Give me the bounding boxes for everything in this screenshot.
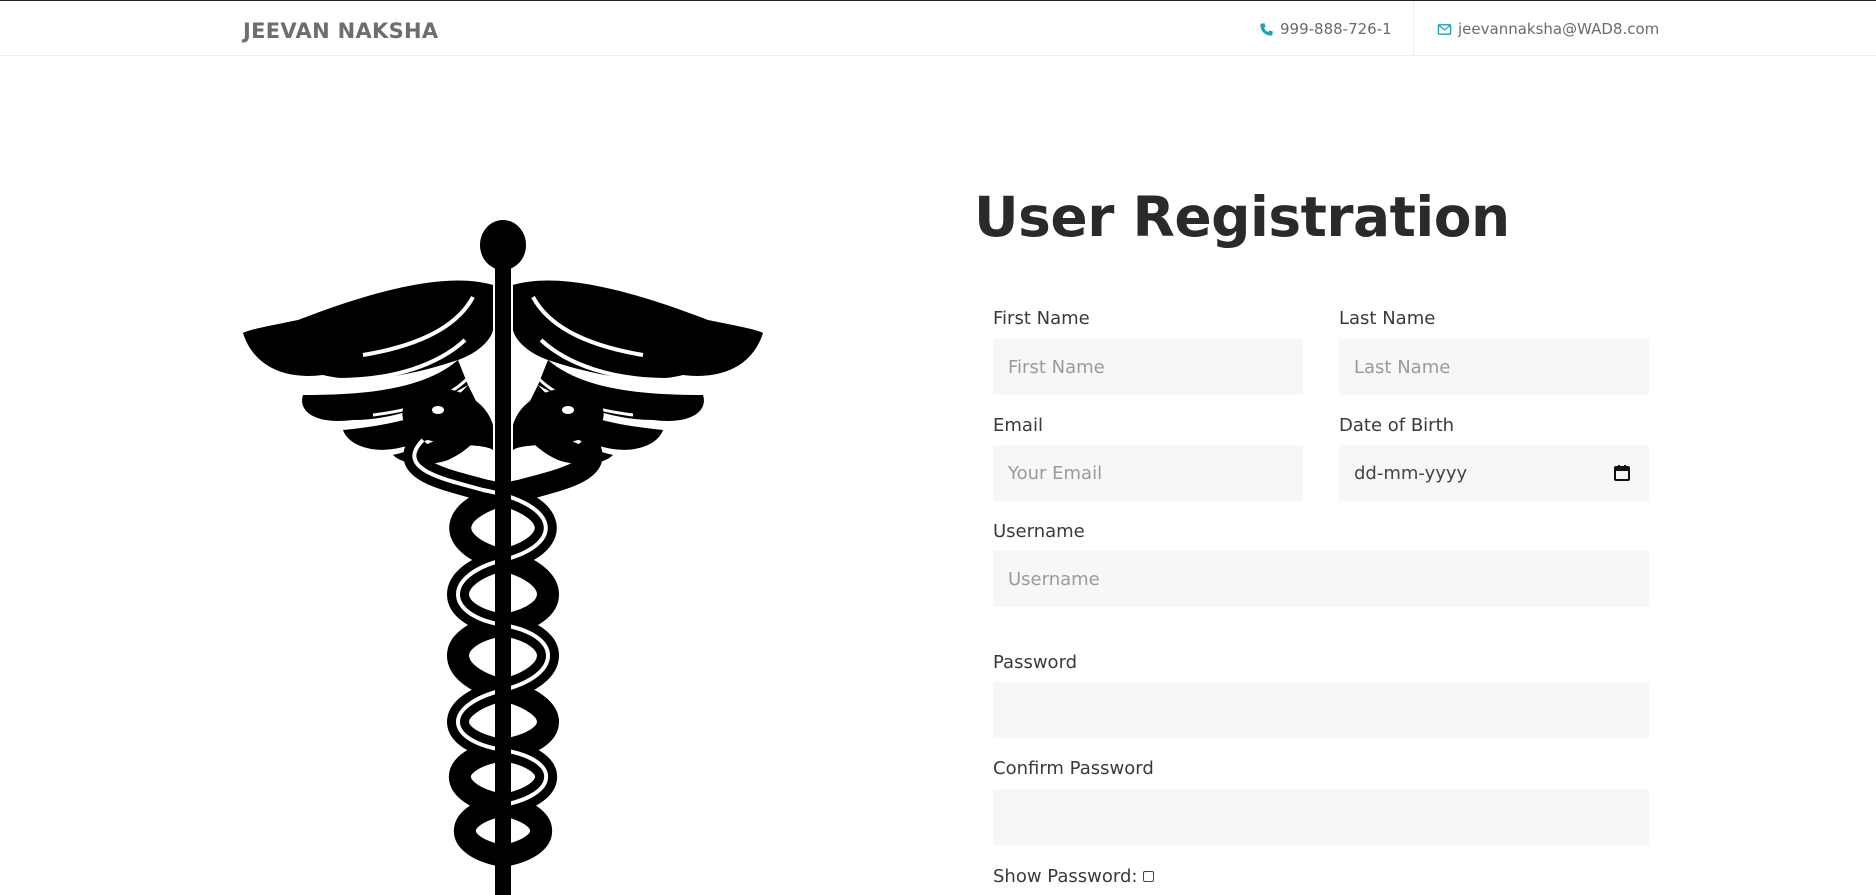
caduceus-icon bbox=[243, 220, 763, 895]
phone-number: 999-888-726-1 bbox=[1280, 20, 1392, 38]
last-name-input[interactable]: Last Name bbox=[1339, 339, 1649, 395]
calendar-icon[interactable] bbox=[1613, 464, 1631, 482]
phone-icon bbox=[1260, 22, 1273, 36]
envelope-icon bbox=[1437, 23, 1452, 35]
dob-label: Date of Birth bbox=[1339, 415, 1455, 436]
confirm-password-input[interactable] bbox=[993, 789, 1649, 845]
first-name-label: First Name bbox=[993, 308, 1090, 329]
email-placeholder: Your Email bbox=[1008, 462, 1103, 484]
top-bar: JEEVAN NAKSHA 999-888-726-1 jeevannaksha… bbox=[0, 0, 1876, 57]
last-name-placeholder: Last Name bbox=[1354, 356, 1451, 378]
phone-contact[interactable]: 999-888-726-1 bbox=[1259, 20, 1392, 38]
confirm-password-label: Confirm Password bbox=[993, 758, 1154, 779]
show-password-label: Show Password: bbox=[993, 866, 1138, 887]
brand-name[interactable]: JEEVAN NAKSHA bbox=[243, 19, 438, 43]
username-label: Username bbox=[993, 521, 1085, 542]
password-label: Password bbox=[993, 652, 1078, 673]
last-name-label: Last Name bbox=[1339, 308, 1436, 329]
first-name-placeholder: First Name bbox=[1008, 356, 1105, 378]
dob-placeholder: dd-mm-yyyy bbox=[1354, 462, 1468, 484]
email-label: Email bbox=[993, 415, 1043, 436]
password-input[interactable] bbox=[993, 682, 1649, 738]
username-input[interactable]: Username bbox=[993, 551, 1649, 607]
header-divider bbox=[1413, 1, 1414, 57]
page-title: User Registration bbox=[974, 185, 1510, 249]
dob-input[interactable]: dd-mm-yyyy bbox=[1339, 445, 1649, 501]
username-placeholder: Username bbox=[1008, 568, 1100, 590]
show-password-row: Show Password: bbox=[993, 866, 1155, 887]
email-input[interactable]: Your Email bbox=[993, 445, 1303, 501]
email-address: jeevannaksha@WAD8.com bbox=[1458, 20, 1660, 38]
show-password-checkbox[interactable] bbox=[1143, 871, 1155, 882]
first-name-input[interactable]: First Name bbox=[993, 339, 1303, 395]
email-contact[interactable]: jeevannaksha@WAD8.com bbox=[1437, 20, 1659, 38]
